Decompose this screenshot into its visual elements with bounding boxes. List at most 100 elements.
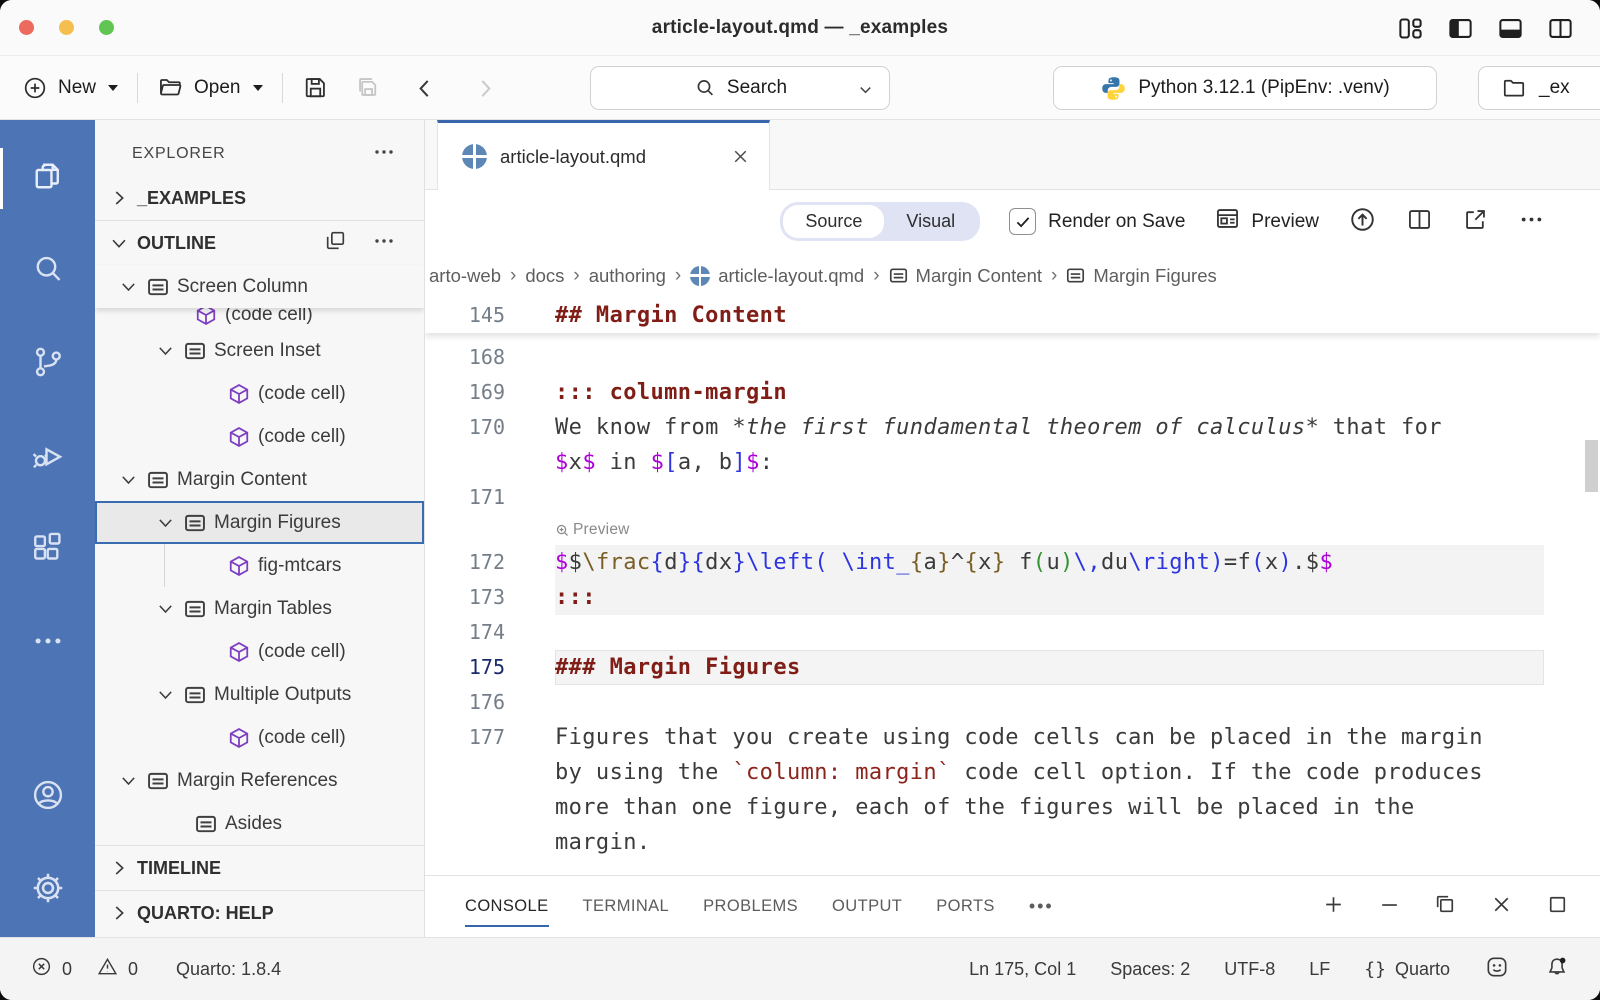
sidebar-section-outline[interactable]: OUTLINE	[95, 221, 424, 265]
account-button[interactable]	[0, 751, 95, 844]
tab-source[interactable]: Source	[783, 205, 884, 238]
toggle-left-sidebar-icon[interactable]	[1447, 15, 1474, 42]
code-line[interactable]: 169::: column-margin	[425, 375, 1600, 410]
panel-plus-icon[interactable]	[1321, 892, 1346, 922]
outline-item-screen-inset[interactable]: Screen Inset	[95, 329, 424, 372]
eol-status[interactable]: LF	[1309, 959, 1330, 980]
code-line[interactable]: 174	[425, 615, 1600, 650]
preview-button[interactable]: Preview	[1214, 205, 1319, 238]
code-line[interactable]: 172$$\frac{d}{dx}\left( \int_{a}^{x} f(u…	[425, 545, 1600, 580]
panel-tab-problems[interactable]: PROBLEMS	[703, 876, 798, 937]
panel-more-icon[interactable]: •••	[1029, 896, 1054, 917]
outline-item-margin-content[interactable]: Margin Content	[95, 458, 424, 501]
language-mode-status[interactable]: {} Quarto	[1364, 959, 1450, 980]
editor-more-icon[interactable]	[1518, 206, 1545, 238]
minimize-window-button[interactable]	[59, 20, 74, 35]
panel-maximize-icon[interactable]	[1545, 892, 1570, 922]
breadcrumb-item[interactable]: authoring	[589, 265, 666, 287]
outline-item-multiple-outputs[interactable]: Multiple Outputs	[95, 673, 424, 716]
render-on-save-control[interactable]: Render on Save	[1009, 208, 1185, 235]
close-icon[interactable]	[730, 146, 751, 167]
code-line[interactable]: 145## Margin Content	[425, 298, 1600, 333]
outline-item-screen-column[interactable]: Screen Column	[95, 265, 424, 308]
breadcrumb-item[interactable]: Margin Content	[889, 265, 1042, 287]
code-line[interactable]: $x$ in $[a, b]$:	[425, 445, 1600, 480]
code-line[interactable]: 177Figures that you create using code ce…	[425, 720, 1600, 755]
forward-icon[interactable]	[472, 75, 498, 101]
problems-status[interactable]: 0 0	[30, 955, 138, 983]
cursor-position-status[interactable]: Ln 175, Col 1	[969, 959, 1076, 980]
indentation-status[interactable]: Spaces: 2	[1110, 959, 1190, 980]
panel-tab-output[interactable]: OUTPUT	[832, 876, 902, 937]
outline-item-margin-references[interactable]: Margin References	[95, 759, 424, 802]
collapse-all-icon[interactable]	[323, 228, 348, 258]
bell-icon[interactable]	[1544, 954, 1570, 985]
back-icon[interactable]	[412, 75, 438, 101]
sidebar-item-explorer[interactable]	[0, 132, 95, 225]
open-button[interactable]: Open	[157, 74, 262, 101]
tab-article-layout[interactable]: article-layout.qmd	[437, 120, 770, 190]
publish-icon[interactable]	[1348, 205, 1377, 239]
split-editor-icon[interactable]	[1406, 206, 1433, 238]
quarto-version-status[interactable]: Quarto: 1.8.4	[176, 959, 281, 980]
code-line[interactable]: 168	[425, 340, 1600, 375]
code-line[interactable]: margin.	[425, 825, 1600, 860]
sidebar-item-source-control[interactable]	[0, 318, 95, 411]
activity-more-button[interactable]	[0, 597, 95, 690]
code-line[interactable]: 171	[425, 480, 1600, 515]
panel-minimize-icon[interactable]	[1377, 892, 1402, 922]
customize-layout-icon[interactable]	[1397, 15, 1424, 42]
zoom-window-button[interactable]	[99, 20, 114, 35]
outline-item-code-cell[interactable]: (code cell)	[95, 372, 424, 415]
vertical-scrollbar[interactable]	[1585, 440, 1598, 492]
interpreter-selector[interactable]: Python 3.12.1 (PipEnv: .venv)	[1053, 66, 1437, 110]
outline-item-margin-figures[interactable]: Margin Figures	[95, 501, 424, 544]
toggle-bottom-panel-icon[interactable]	[1497, 15, 1524, 42]
sidebar-section-timeline[interactable]: TIMELINE	[95, 846, 424, 890]
code-line[interactable]: 173:::	[425, 580, 1600, 615]
encoding-status[interactable]: UTF-8	[1224, 959, 1275, 980]
code-editor[interactable]: 145## Margin Content168 169::: column-ma…	[425, 298, 1600, 875]
panel-tab-console[interactable]: CONSOLE	[465, 876, 549, 937]
save-icon[interactable]	[302, 74, 329, 101]
outline-item-fig-mtcars[interactable]: fig-mtcars	[95, 544, 424, 587]
outline-item-code-cell[interactable]: (code cell)	[95, 308, 424, 329]
panel-close-icon[interactable]	[1489, 892, 1514, 922]
outline-item-margin-tables[interactable]: Margin Tables	[95, 587, 424, 630]
close-window-button[interactable]	[19, 20, 34, 35]
checkbox-checked-icon[interactable]	[1009, 208, 1036, 235]
panel-restore-icon[interactable]	[1433, 892, 1458, 922]
settings-button[interactable]	[0, 844, 95, 937]
open-external-icon[interactable]	[1462, 206, 1489, 238]
chevron-down-icon[interactable]	[856, 80, 875, 105]
search-input[interactable]: Search	[590, 66, 890, 110]
breadcrumb-item[interactable]: docs	[525, 265, 564, 287]
workspace-selector[interactable]: _ex	[1478, 66, 1600, 110]
outline-item-code-cell[interactable]: (code cell)	[95, 716, 424, 759]
panel-tab-ports[interactable]: PORTS	[936, 876, 995, 937]
breadcrumb-item[interactable]: Margin Figures	[1066, 265, 1216, 287]
sidebar-item-run-debug[interactable]	[0, 411, 95, 504]
code-line[interactable]: 175### Margin Figures	[425, 650, 1600, 685]
breadcrumb-item[interactable]: article-layout.qmd	[690, 265, 864, 287]
sidebar-section-examples[interactable]: _EXAMPLES	[95, 176, 424, 220]
explorer-more-icon[interactable]	[372, 140, 396, 169]
code-line[interactable]: 176	[425, 685, 1600, 720]
outline-item-asides[interactable]: Asides	[95, 802, 424, 845]
panel-tab-terminal[interactable]: TERMINAL	[583, 876, 670, 937]
outline-item-code-cell[interactable]: (code cell)	[95, 630, 424, 673]
outline-item-code-cell[interactable]: (code cell)	[95, 415, 424, 458]
save-all-icon[interactable]	[355, 74, 382, 101]
code-line[interactable]: by using the `column: margin` code cell …	[425, 755, 1600, 790]
sidebar-section-quarto-help[interactable]: QUARTO: HELP	[95, 891, 424, 935]
toggle-right-sidebar-icon[interactable]	[1547, 15, 1574, 42]
tab-visual[interactable]: Visual	[884, 205, 977, 238]
code-line[interactable]: more than one figure, each of the figure…	[425, 790, 1600, 825]
breadcrumb-item[interactable]: arto-web	[429, 265, 501, 287]
sidebar-item-search[interactable]	[0, 225, 95, 318]
outline-more-icon[interactable]	[372, 229, 396, 258]
sidebar-item-extensions[interactable]	[0, 504, 95, 597]
code-line[interactable]: 170We know from *the first fundamental t…	[425, 410, 1600, 445]
feedback-icon[interactable]	[1484, 954, 1510, 985]
new-button[interactable]: New	[22, 75, 118, 101]
